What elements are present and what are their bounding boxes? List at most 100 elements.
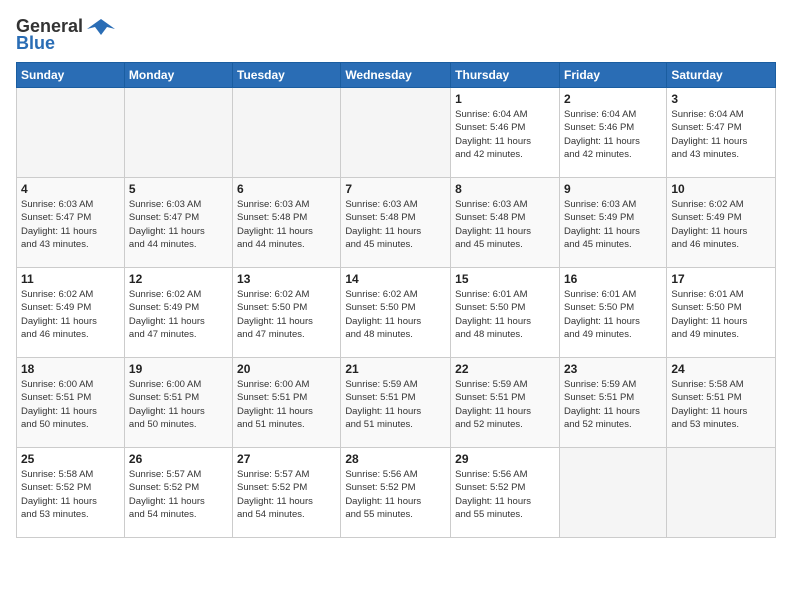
day-number: 12 bbox=[129, 272, 228, 286]
calendar-week-4: 18 Sunrise: 6:00 AM Sunset: 5:51 PM Dayli… bbox=[17, 358, 776, 448]
day-info: Sunrise: 5:59 AM Sunset: 5:51 PM Dayligh… bbox=[345, 378, 446, 431]
day-number: 22 bbox=[455, 362, 555, 376]
day-info: Sunrise: 6:02 AM Sunset: 5:49 PM Dayligh… bbox=[129, 288, 228, 341]
day-number: 17 bbox=[671, 272, 771, 286]
day-info: Sunrise: 5:59 AM Sunset: 5:51 PM Dayligh… bbox=[455, 378, 555, 431]
calendar-cell: 12 Sunrise: 6:02 AM Sunset: 5:49 PM Dayli… bbox=[124, 268, 232, 358]
calendar-cell: 16 Sunrise: 6:01 AM Sunset: 5:50 PM Dayli… bbox=[559, 268, 666, 358]
day-info: Sunrise: 6:01 AM Sunset: 5:50 PM Dayligh… bbox=[455, 288, 555, 341]
header: General Blue bbox=[16, 16, 776, 54]
logo-blue-text: Blue bbox=[16, 33, 55, 54]
day-number: 27 bbox=[237, 452, 336, 466]
day-info: Sunrise: 5:58 AM Sunset: 5:52 PM Dayligh… bbox=[21, 468, 120, 521]
day-number: 15 bbox=[455, 272, 555, 286]
calendar-cell: 6 Sunrise: 6:03 AM Sunset: 5:48 PM Daylig… bbox=[233, 178, 341, 268]
calendar-cell: 4 Sunrise: 6:03 AM Sunset: 5:47 PM Daylig… bbox=[17, 178, 125, 268]
calendar-cell bbox=[233, 88, 341, 178]
day-info: Sunrise: 6:04 AM Sunset: 5:47 PM Dayligh… bbox=[671, 108, 771, 161]
calendar-cell bbox=[17, 88, 125, 178]
day-info: Sunrise: 6:02 AM Sunset: 5:50 PM Dayligh… bbox=[237, 288, 336, 341]
day-info: Sunrise: 5:56 AM Sunset: 5:52 PM Dayligh… bbox=[455, 468, 555, 521]
calendar-cell: 1 Sunrise: 6:04 AM Sunset: 5:46 PM Daylig… bbox=[451, 88, 560, 178]
calendar-cell: 15 Sunrise: 6:01 AM Sunset: 5:50 PM Dayli… bbox=[451, 268, 560, 358]
day-number: 3 bbox=[671, 92, 771, 106]
calendar-cell: 23 Sunrise: 5:59 AM Sunset: 5:51 PM Dayli… bbox=[559, 358, 666, 448]
calendar-cell: 24 Sunrise: 5:58 AM Sunset: 5:51 PM Dayli… bbox=[667, 358, 776, 448]
day-number: 26 bbox=[129, 452, 228, 466]
day-info: Sunrise: 6:02 AM Sunset: 5:49 PM Dayligh… bbox=[671, 198, 771, 251]
logo: General Blue bbox=[16, 16, 115, 54]
day-number: 29 bbox=[455, 452, 555, 466]
calendar-cell: 3 Sunrise: 6:04 AM Sunset: 5:47 PM Daylig… bbox=[667, 88, 776, 178]
day-info: Sunrise: 6:00 AM Sunset: 5:51 PM Dayligh… bbox=[237, 378, 336, 431]
weekday-header-monday: Monday bbox=[124, 63, 232, 88]
day-info: Sunrise: 5:59 AM Sunset: 5:51 PM Dayligh… bbox=[564, 378, 662, 431]
day-info: Sunrise: 6:03 AM Sunset: 5:47 PM Dayligh… bbox=[129, 198, 228, 251]
day-number: 28 bbox=[345, 452, 446, 466]
calendar-cell: 9 Sunrise: 6:03 AM Sunset: 5:49 PM Daylig… bbox=[559, 178, 666, 268]
day-info: Sunrise: 5:56 AM Sunset: 5:52 PM Dayligh… bbox=[345, 468, 446, 521]
calendar-cell: 17 Sunrise: 6:01 AM Sunset: 5:50 PM Dayli… bbox=[667, 268, 776, 358]
calendar-cell bbox=[559, 448, 666, 538]
day-number: 13 bbox=[237, 272, 336, 286]
day-number: 9 bbox=[564, 182, 662, 196]
calendar-cell: 18 Sunrise: 6:00 AM Sunset: 5:51 PM Dayli… bbox=[17, 358, 125, 448]
calendar-cell: 11 Sunrise: 6:02 AM Sunset: 5:49 PM Dayli… bbox=[17, 268, 125, 358]
day-number: 2 bbox=[564, 92, 662, 106]
calendar-cell: 13 Sunrise: 6:02 AM Sunset: 5:50 PM Dayli… bbox=[233, 268, 341, 358]
day-info: Sunrise: 6:04 AM Sunset: 5:46 PM Dayligh… bbox=[564, 108, 662, 161]
calendar-cell: 26 Sunrise: 5:57 AM Sunset: 5:52 PM Dayli… bbox=[124, 448, 232, 538]
day-number: 4 bbox=[21, 182, 120, 196]
day-info: Sunrise: 5:58 AM Sunset: 5:51 PM Dayligh… bbox=[671, 378, 771, 431]
calendar-week-1: 1 Sunrise: 6:04 AM Sunset: 5:46 PM Daylig… bbox=[17, 88, 776, 178]
day-info: Sunrise: 5:57 AM Sunset: 5:52 PM Dayligh… bbox=[237, 468, 336, 521]
day-info: Sunrise: 6:00 AM Sunset: 5:51 PM Dayligh… bbox=[129, 378, 228, 431]
weekday-header-saturday: Saturday bbox=[667, 63, 776, 88]
day-number: 1 bbox=[455, 92, 555, 106]
day-number: 6 bbox=[237, 182, 336, 196]
calendar-cell: 25Sunrise: 5:58 AM Sunset: 5:52 PM Dayli… bbox=[17, 448, 125, 538]
day-number: 21 bbox=[345, 362, 446, 376]
day-number: 16 bbox=[564, 272, 662, 286]
day-number: 11 bbox=[21, 272, 120, 286]
calendar-cell: 29 Sunrise: 5:56 AM Sunset: 5:52 PM Dayli… bbox=[451, 448, 560, 538]
day-info: Sunrise: 6:03 AM Sunset: 5:47 PM Dayligh… bbox=[21, 198, 120, 251]
calendar-cell: 21 Sunrise: 5:59 AM Sunset: 5:51 PM Dayli… bbox=[341, 358, 451, 448]
day-info: Sunrise: 6:03 AM Sunset: 5:48 PM Dayligh… bbox=[345, 198, 446, 251]
calendar-table: SundayMondayTuesdayWednesdayThursdayFrid… bbox=[16, 62, 776, 538]
calendar-cell bbox=[667, 448, 776, 538]
day-number: 20 bbox=[237, 362, 336, 376]
day-info: Sunrise: 6:03 AM Sunset: 5:48 PM Dayligh… bbox=[237, 198, 336, 251]
day-number: 23 bbox=[564, 362, 662, 376]
day-info: Sunrise: 6:01 AM Sunset: 5:50 PM Dayligh… bbox=[671, 288, 771, 341]
day-info: Sunrise: 6:01 AM Sunset: 5:50 PM Dayligh… bbox=[564, 288, 662, 341]
day-number: 5 bbox=[129, 182, 228, 196]
calendar-cell: 27 Sunrise: 5:57 AM Sunset: 5:52 PM Dayli… bbox=[233, 448, 341, 538]
calendar-cell: 14Sunrise: 6:02 AM Sunset: 5:50 PM Dayli… bbox=[341, 268, 451, 358]
weekday-header-wednesday: Wednesday bbox=[341, 63, 451, 88]
logo-bird-icon bbox=[87, 17, 115, 37]
day-number: 19 bbox=[129, 362, 228, 376]
calendar-cell: 19 Sunrise: 6:00 AM Sunset: 5:51 PM Dayli… bbox=[124, 358, 232, 448]
calendar-week-3: 11 Sunrise: 6:02 AM Sunset: 5:49 PM Dayli… bbox=[17, 268, 776, 358]
day-info: Sunrise: 6:03 AM Sunset: 5:49 PM Dayligh… bbox=[564, 198, 662, 251]
day-number: 18 bbox=[21, 362, 120, 376]
day-number: 24 bbox=[671, 362, 771, 376]
calendar-cell: 7Sunrise: 6:03 AM Sunset: 5:48 PM Daylig… bbox=[341, 178, 451, 268]
day-info: Sunrise: 5:57 AM Sunset: 5:52 PM Dayligh… bbox=[129, 468, 228, 521]
calendar-week-2: 4 Sunrise: 6:03 AM Sunset: 5:47 PM Daylig… bbox=[17, 178, 776, 268]
weekday-header-friday: Friday bbox=[559, 63, 666, 88]
day-info: Sunrise: 6:04 AM Sunset: 5:46 PM Dayligh… bbox=[455, 108, 555, 161]
weekday-header-tuesday: Tuesday bbox=[233, 63, 341, 88]
day-info: Sunrise: 6:02 AM Sunset: 5:50 PM Dayligh… bbox=[345, 288, 446, 341]
calendar-cell bbox=[341, 88, 451, 178]
day-info: Sunrise: 6:03 AM Sunset: 5:48 PM Dayligh… bbox=[455, 198, 555, 251]
day-info: Sunrise: 6:00 AM Sunset: 5:51 PM Dayligh… bbox=[21, 378, 120, 431]
calendar-cell: 10Sunrise: 6:02 AM Sunset: 5:49 PM Dayli… bbox=[667, 178, 776, 268]
calendar-cell: 22 Sunrise: 5:59 AM Sunset: 5:51 PM Dayli… bbox=[451, 358, 560, 448]
calendar-cell: 5 Sunrise: 6:03 AM Sunset: 5:47 PM Daylig… bbox=[124, 178, 232, 268]
day-info: Sunrise: 6:02 AM Sunset: 5:49 PM Dayligh… bbox=[21, 288, 120, 341]
calendar-cell: 8Sunrise: 6:03 AM Sunset: 5:48 PM Daylig… bbox=[451, 178, 560, 268]
calendar-cell bbox=[124, 88, 232, 178]
weekday-header-sunday: Sunday bbox=[17, 63, 125, 88]
